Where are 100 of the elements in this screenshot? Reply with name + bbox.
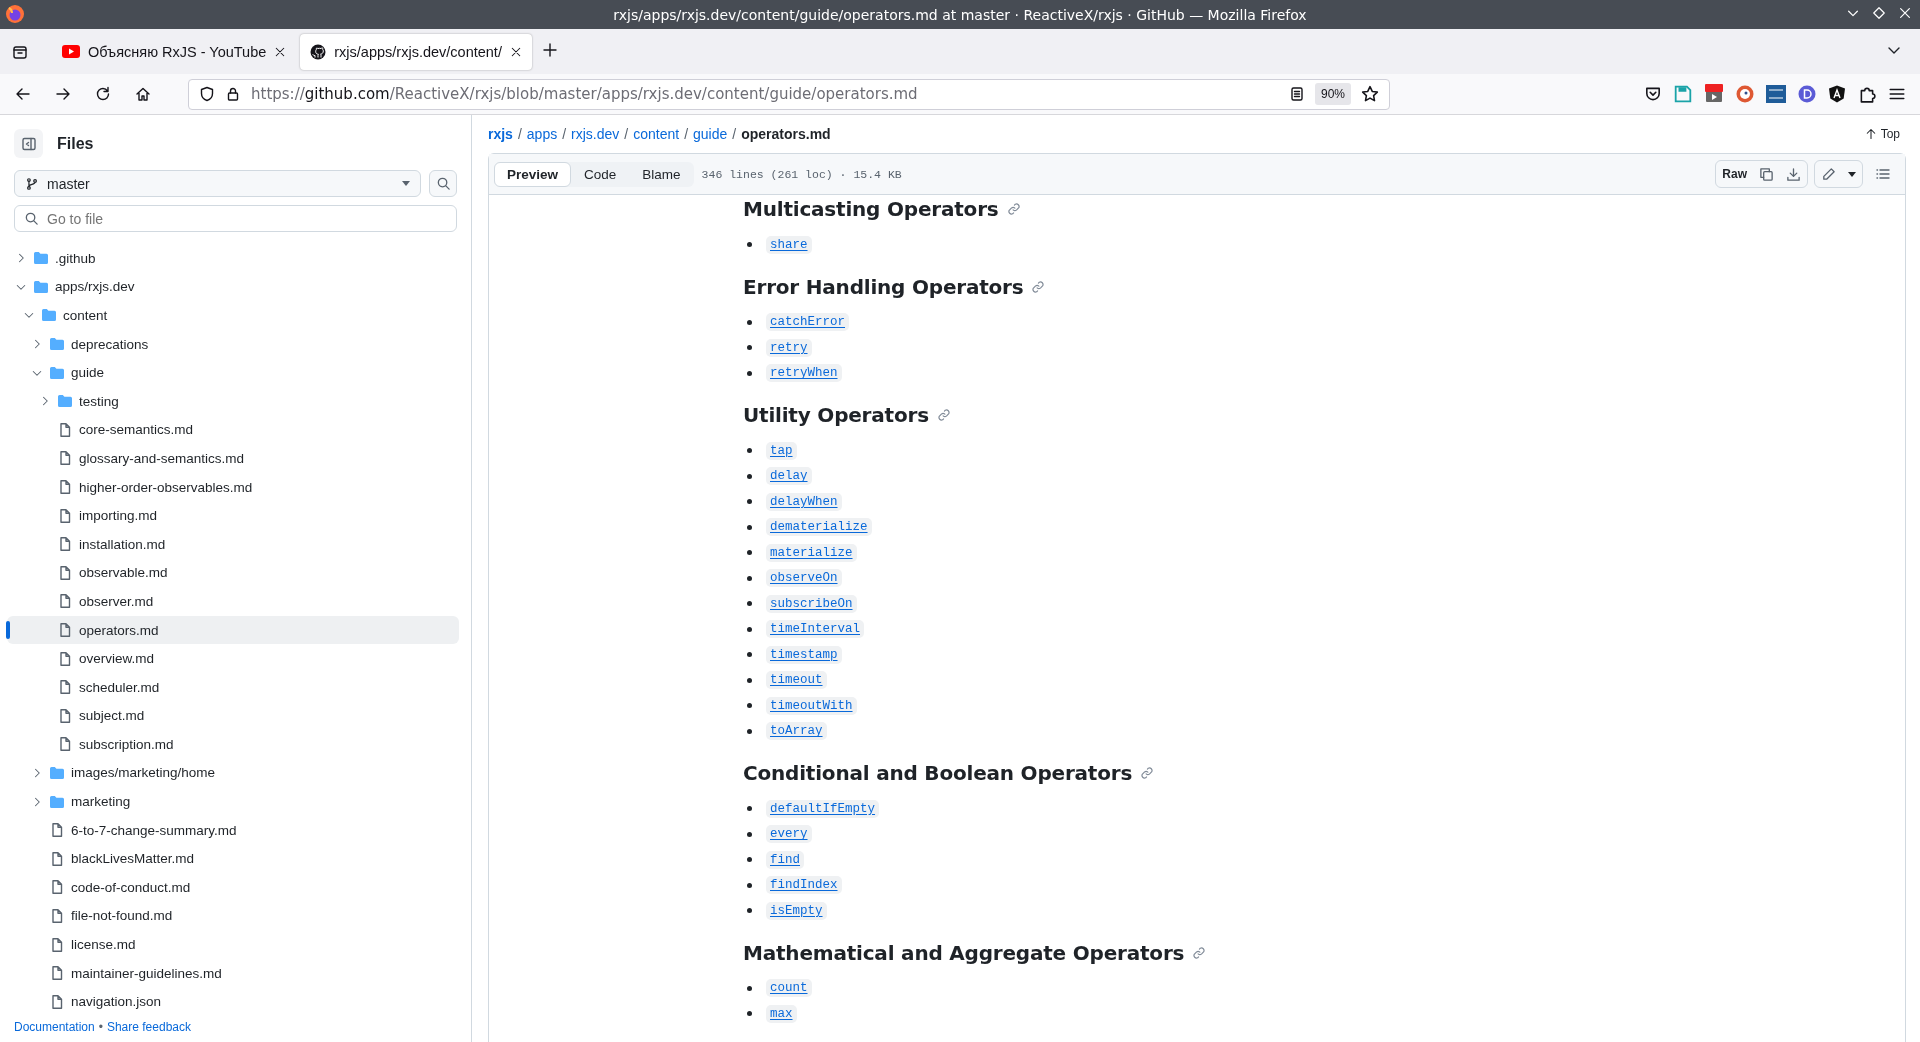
operator-link[interactable]: toArray: [766, 722, 827, 741]
bullet-dot: [747, 677, 752, 683]
top-button[interactable]: Top: [1858, 126, 1906, 142]
breadcrumb-separator: /: [684, 126, 688, 142]
link-icon: [1140, 766, 1155, 780]
branch-selector[interactable]: master: [14, 170, 421, 197]
breadcrumb-separator: /: [732, 126, 737, 142]
operator-link[interactable]: find: [766, 850, 804, 869]
file-item[interactable]: blackLivesMatter.md: [7, 844, 459, 874]
bullet-dot: [747, 524, 752, 530]
operator-link[interactable]: materialize: [766, 543, 857, 562]
file-item[interactable]: code-of-conduct.md: [7, 873, 459, 902]
operator-link[interactable]: timeout: [766, 671, 827, 690]
file-item[interactable]: navigation.json: [7, 987, 459, 1014]
operator-link[interactable]: catchError: [766, 313, 849, 332]
operator-link[interactable]: count: [766, 979, 812, 998]
pocket-icon: [1644, 85, 1662, 103]
operator-link[interactable]: subscribeOn: [766, 594, 857, 613]
folder-item[interactable]: marketing: [7, 787, 459, 816]
breadcrumb-link[interactable]: rxjs: [488, 126, 513, 142]
operator-link[interactable]: dematerialize: [766, 518, 872, 537]
file-icon: [57, 479, 73, 496]
file-icon: [57, 507, 73, 524]
shield-letter-icon[interactable]: [1828, 85, 1846, 103]
folder-icon: [49, 793, 65, 810]
breadcrumb-link[interactable]: content: [633, 126, 680, 142]
operator-link[interactable]: retry: [766, 338, 812, 357]
section-heading: Utility Operators: [743, 403, 929, 427]
collapse-panel-button[interactable]: [14, 129, 43, 158]
operator-link[interactable]: delay: [766, 467, 812, 486]
file-item[interactable]: observer.md: [7, 587, 459, 616]
folder-item[interactable]: guide: [7, 358, 459, 387]
file-item[interactable]: file-not-found.md: [7, 901, 459, 931]
file-item[interactable]: higher-order-observables.md: [7, 472, 459, 502]
file-item[interactable]: operators.md: [7, 615, 459, 645]
go-to-file-field[interactable]: Go to file: [14, 205, 457, 232]
view-tab[interactable]: Code: [571, 161, 630, 187]
folder-item[interactable]: testing: [7, 386, 459, 416]
file-info: 346 lines (261 loc) · 15.4 KB: [701, 167, 902, 181]
file-item[interactable]: subscription.md: [7, 730, 459, 759]
operator-link[interactable]: isEmpty: [766, 901, 827, 920]
bullet-dot: [747, 908, 752, 914]
letter-circle-icon[interactable]: [1798, 85, 1816, 103]
breadcrumb-link[interactable]: guide: [693, 126, 728, 142]
file-item[interactable]: subject.md: [7, 701, 459, 731]
operator-link[interactable]: max: [766, 1004, 797, 1023]
file-item[interactable]: 6-to-7-change-summary.md: [7, 815, 459, 845]
file-item[interactable]: importing.md: [7, 501, 459, 530]
file-item[interactable]: license.md: [7, 930, 459, 959]
file-item[interactable]: overview.md: [7, 644, 459, 673]
operator-link[interactable]: timestamp: [766, 645, 842, 664]
view-tab[interactable]: Preview: [494, 161, 572, 187]
folder-item[interactable]: .github: [7, 244, 459, 273]
folder-icon: [49, 364, 65, 381]
file-item[interactable]: glossary-and-semantics.md: [7, 444, 459, 473]
operator-link[interactable]: findIndex: [766, 876, 842, 895]
operator-link[interactable]: every: [766, 825, 812, 844]
file-item[interactable]: scheduler.md: [7, 672, 459, 702]
browser-tab[interactable]: Объясняю RxJS - YouTube: [52, 33, 297, 70]
bullet-dot: [747, 806, 752, 812]
file-icon: [49, 965, 65, 982]
search-button[interactable]: [429, 170, 457, 197]
operator-link[interactable]: delayWhen: [766, 492, 842, 511]
caret-icon: [1848, 171, 1856, 177]
file-item[interactable]: core-semantics.md: [7, 415, 459, 445]
raw-button[interactable]: Raw: [1716, 162, 1753, 186]
bullet-dot: [747, 882, 752, 888]
operator-link[interactable]: tap: [766, 441, 797, 460]
operator-link[interactable]: retryWhen: [766, 364, 842, 383]
bullet-dot: [747, 1011, 752, 1017]
view-tab[interactable]: Blame: [629, 161, 694, 187]
zoom-level[interactable]: 90%: [1314, 83, 1351, 105]
copy-icon: [1759, 166, 1774, 182]
bullet-dot: [747, 601, 752, 607]
operator-link[interactable]: timeInterval: [766, 620, 864, 639]
reload-icon: [95, 86, 111, 102]
file-item[interactable]: installation.md: [7, 529, 459, 559]
breadcrumb-link[interactable]: apps: [526, 126, 558, 142]
folder-item[interactable]: apps/rxjs.dev: [7, 272, 459, 302]
operator-link[interactable]: defaultIfEmpty: [766, 799, 880, 818]
save-icon[interactable]: [1674, 85, 1692, 103]
breadcrumb-separator: /: [562, 126, 567, 142]
documentation-link[interactable]: Documentation: [14, 1020, 95, 1034]
operator-link[interactable]: observeOn: [766, 569, 842, 588]
folder-item[interactable]: content: [7, 301, 459, 330]
folder-item[interactable]: images/marketing/home: [7, 758, 459, 788]
folder-item[interactable]: deprecations: [7, 329, 459, 359]
file-item[interactable]: maintainer-guidelines.md: [7, 958, 459, 988]
home-icon: [135, 86, 151, 102]
file-item[interactable]: observable.md: [7, 558, 459, 588]
browser-tab[interactable]: rxjs/apps/rxjs.dev/content/: [300, 33, 532, 70]
file-icon: [49, 879, 65, 896]
breadcrumb-link[interactable]: rxjs.dev: [571, 126, 620, 142]
file-icon: [57, 564, 73, 581]
address-bar[interactable]: https://github.com/ReactiveX/rxjs/blob/master/apps/rxjs.dev/content/guide/operators.md 90%: [188, 78, 1390, 110]
drawer-icon: [12, 43, 28, 60]
feedback-link[interactable]: Share feedback: [106, 1020, 191, 1034]
operator-link[interactable]: timeoutWith: [766, 696, 857, 715]
operator-link[interactable]: share: [766, 235, 812, 254]
extension-badge-icon[interactable]: [1704, 84, 1724, 104]
